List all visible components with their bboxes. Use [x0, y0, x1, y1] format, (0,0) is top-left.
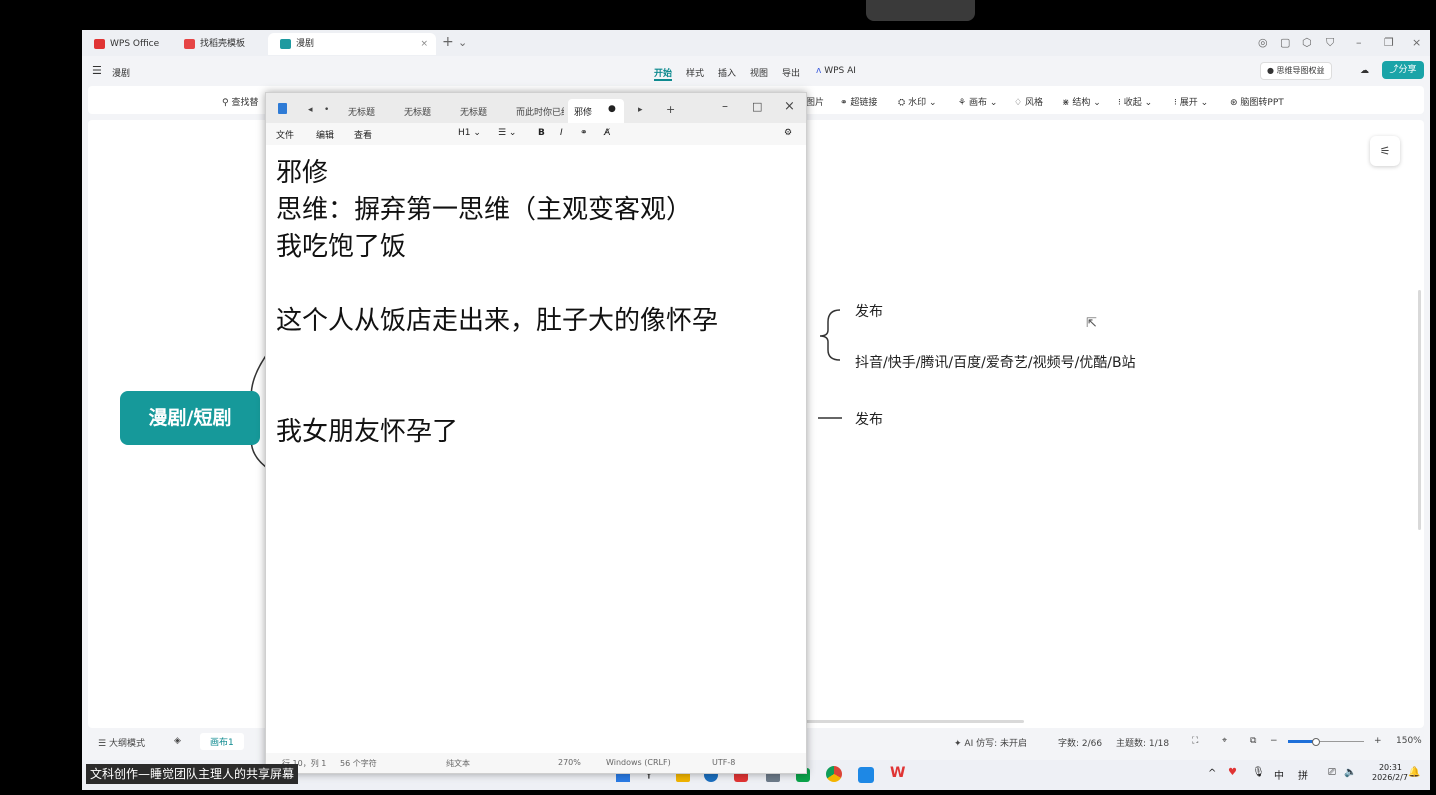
notepad-tab-active[interactable]: 邪修 ●: [568, 99, 624, 123]
topic-node-publish-2[interactable]: 发布: [855, 409, 883, 429]
heading-dropdown[interactable]: H1 ⌄: [458, 128, 481, 138]
link-icon[interactable]: ⚭: [580, 128, 588, 138]
italic-button[interactable]: I: [560, 128, 563, 138]
menu-view[interactable]: 查看: [354, 128, 372, 141]
notepad-tab-3[interactable]: 无标题: [460, 105, 487, 118]
scroll-right-icon[interactable]: ▸: [638, 105, 643, 115]
text-line: [276, 266, 796, 303]
tab-dot-icon: •: [324, 105, 330, 115]
clear-format-icon[interactable]: A̸: [604, 128, 610, 138]
maximize-icon[interactable]: □: [752, 100, 762, 113]
notepad-tab-bar: ◂ • 无标题 无标题 无标题 而此时你已经 邪修 ● ▸ + – □ ×: [266, 93, 806, 123]
bold-button[interactable]: B: [538, 128, 545, 138]
text-line: [276, 377, 796, 414]
text-line: 邪修: [276, 158, 329, 188]
menu-edit[interactable]: 编辑: [316, 128, 334, 141]
mouse-cursor-icon: ⇱: [1086, 316, 1097, 331]
branch-brace: [819, 309, 841, 361]
menu-file[interactable]: 文件: [276, 128, 294, 141]
notepad-tab-4[interactable]: 而此时你已经: [516, 105, 564, 118]
scroll-left-icon[interactable]: ◂: [308, 105, 313, 115]
notepad-tab-2[interactable]: 无标题: [404, 105, 431, 118]
notepad-window: ◂ • 无标题 无标题 无标题 而此时你已经 邪修 ● ▸ + – □ × 文件…: [265, 92, 807, 774]
minimize-icon[interactable]: –: [722, 99, 728, 113]
heading-label: H1: [458, 128, 471, 138]
text-line: 这个人从饭店走出来，肚子大的像怀孕: [276, 306, 719, 336]
settings-gear-icon[interactable]: ⚙: [784, 128, 792, 138]
topic-node-platforms[interactable]: 抖音/快手/腾讯/百度/爱奇艺/视频号/优酷/B站: [855, 352, 1136, 372]
notepad-status-bar: 行 10，列 1 56 个字符 纯文本 270% Windows (CRLF) …: [266, 753, 806, 773]
encoding[interactable]: UTF-8: [712, 758, 735, 767]
text-line: 我吃饱了饭: [276, 232, 407, 262]
notepad-tab-1[interactable]: 无标题: [348, 105, 375, 118]
close-icon[interactable]: ×: [784, 99, 795, 114]
topic-node-publish-1[interactable]: 发布: [855, 301, 883, 321]
notepad-text-area[interactable]: 邪修 思维：摒弃第一思维（主观变客观） 我吃饱了饭 这个人从饭店走出来，肚子大的…: [276, 155, 796, 451]
text-line: [276, 340, 796, 377]
text-line: 思维：摒弃第一思维（主观变客观）: [276, 195, 693, 225]
unsaved-dot-icon[interactable]: ●: [608, 104, 616, 114]
file-type: 纯文本: [446, 759, 470, 768]
char-count: 56 个字符: [340, 759, 377, 768]
notepad-menu-bar: 文件 编辑 查看 H1 ⌄ ☰ ⌄ B I ⚭ A̸ ⚙: [266, 123, 806, 145]
notepad-app-icon: [278, 103, 287, 114]
text-line: 我女朋友怀孕了: [276, 417, 459, 447]
line-ending[interactable]: Windows (CRLF): [606, 758, 671, 767]
list-dropdown-icon[interactable]: ☰ ⌄: [498, 128, 516, 138]
notepad-zoom[interactable]: 270%: [558, 758, 581, 767]
new-tab-plus-icon[interactable]: +: [666, 103, 675, 116]
screen-share-caption: 文科创作—睡觉团队主理人的共享屏幕: [86, 764, 299, 784]
central-topic-node[interactable]: 漫剧/短剧: [120, 391, 260, 445]
notepad-tab-5: 邪修: [574, 108, 593, 118]
